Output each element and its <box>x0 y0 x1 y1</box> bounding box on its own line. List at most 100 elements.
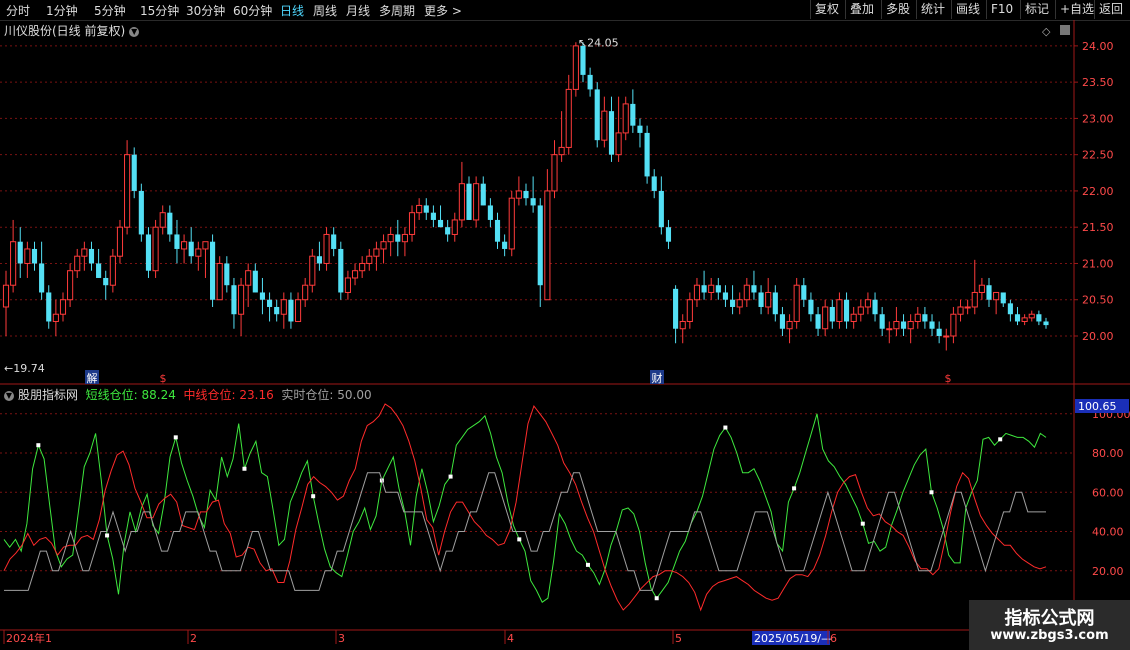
candle-body-up <box>964 306 971 309</box>
candle-body-up <box>508 197 515 250</box>
price-tick-label: 20.00 <box>1082 330 1114 343</box>
candle-body-up <box>957 306 964 315</box>
indicator-value-text: 100.65 <box>1078 400 1117 413</box>
candle-body-up <box>515 190 522 199</box>
candle-body-up <box>302 284 309 301</box>
candle-body-up <box>116 226 124 257</box>
candle-body-down <box>530 198 536 206</box>
price-tick-label: 20.50 <box>1082 294 1114 307</box>
low-price-annotation: ←19.74 <box>4 362 45 375</box>
candle-body-up <box>124 154 131 228</box>
candle-body-down <box>801 285 807 300</box>
candle-body-down <box>758 292 764 307</box>
mid-position-label: 中线仓位: 23.16 <box>183 388 274 402</box>
indicator-tick-label: 80.00 <box>1092 447 1124 460</box>
site-watermark: 指标公式网 www.zbgs3.com <box>969 600 1130 650</box>
candle-body-up <box>686 299 693 322</box>
candle-body-down <box>17 241 23 264</box>
candle-body-up <box>181 241 188 250</box>
diamond-icon: ◇ <box>1042 25 1051 38</box>
indicator-name: 股朋指标网 <box>18 388 79 402</box>
candle-body-down <box>423 205 429 213</box>
candle-body-up <box>544 190 551 301</box>
indicator-tick-label: 40.00 <box>1092 526 1124 539</box>
candle-body-up <box>294 299 302 322</box>
candle-body-up <box>159 212 166 228</box>
candle-body-up <box>993 291 1000 301</box>
price-tick-label: 21.50 <box>1082 221 1114 234</box>
candle-body-down <box>872 299 878 315</box>
price-tick-label: 24.00 <box>1082 40 1114 53</box>
chevron-down-icon[interactable]: ▼ <box>4 390 14 401</box>
signal-dot <box>723 425 728 430</box>
candle-body-down <box>815 314 821 329</box>
candle-body-down <box>395 234 401 242</box>
watermark-title: 指标公式网 <box>1004 608 1095 629</box>
candle-body-up <box>109 255 116 286</box>
candle-body-up <box>950 313 957 337</box>
time-tick-label: 5 <box>675 632 682 645</box>
high-price-annotation: ↖24.05 <box>578 36 619 49</box>
candle-body-down <box>252 270 258 293</box>
price-tick-label: 23.00 <box>1082 112 1114 125</box>
candle-body-up <box>473 183 480 221</box>
candle-body-down <box>430 212 436 220</box>
time-tick-label: 6 <box>830 632 837 645</box>
candle-body-down <box>138 190 144 235</box>
candle-body-up <box>10 241 17 286</box>
candle-body-down <box>174 234 180 249</box>
candle-body-up <box>708 284 715 293</box>
candle-body-up <box>458 183 465 221</box>
candle-body-up <box>786 320 793 330</box>
candle-body-down <box>39 263 45 293</box>
indicator-line <box>3 403 1047 612</box>
dividend-marker: $ <box>945 372 952 385</box>
candle-body-down <box>188 241 194 257</box>
signal-dot <box>448 474 453 479</box>
candle-body-up <box>971 291 978 308</box>
candle-body-down <box>580 45 586 75</box>
indicator-title[interactable]: ▼ 股朋指标网 短线仓位: 88.24 中线仓位: 23.16 实时仓位: 50.… <box>4 386 372 403</box>
candle-body-up <box>850 313 857 322</box>
indicator-tick-label: 60.00 <box>1092 486 1124 499</box>
candle-body-up <box>679 320 686 330</box>
candle-body-down <box>131 154 137 191</box>
candle-body-down <box>637 125 643 133</box>
candle-body-down <box>331 234 337 249</box>
candle-body-up <box>309 255 316 286</box>
candle-body-down <box>644 132 650 177</box>
candle-body-up <box>451 219 458 235</box>
candle-body-up <box>344 277 351 293</box>
candle-body-down <box>502 241 508 249</box>
candle-body-up <box>615 132 622 156</box>
signal-dot <box>998 437 1003 442</box>
candle-body-down <box>665 227 672 242</box>
candle-body-up <box>622 103 629 134</box>
time-tick-label: 2024年1 <box>6 631 52 645</box>
candle-body-down <box>630 103 636 126</box>
signal-dot <box>242 466 247 471</box>
candle-body-down <box>523 190 529 199</box>
candle-body-down <box>722 292 729 300</box>
candle-body-down <box>730 299 736 307</box>
signal-dot <box>929 490 934 495</box>
signal-dot <box>517 537 522 542</box>
stock-chart[interactable]: ◇ 24.00 23.50 23.00 22.50 22.00 21.50 21.00 20.5… <box>0 0 1130 650</box>
candle-body-down <box>494 219 501 242</box>
candle-body-up <box>351 270 359 279</box>
candle-body-up <box>216 262 223 301</box>
candle-body-down <box>288 299 294 322</box>
candle-body-up <box>943 335 950 338</box>
candle-body-up <box>893 320 900 330</box>
candle-body-up <box>1021 317 1028 322</box>
candle-body-down <box>103 277 109 286</box>
candle-body-up <box>280 299 287 315</box>
candle-body-up <box>572 45 579 90</box>
candle-body-down <box>900 321 907 329</box>
pane-maximize-icon <box>1060 25 1070 35</box>
signal-dot <box>585 562 590 567</box>
candle-body-up <box>736 299 743 308</box>
signal-dot <box>860 521 865 526</box>
candle-body-up <box>373 248 380 257</box>
price-tick-label: 22.00 <box>1082 185 1114 198</box>
